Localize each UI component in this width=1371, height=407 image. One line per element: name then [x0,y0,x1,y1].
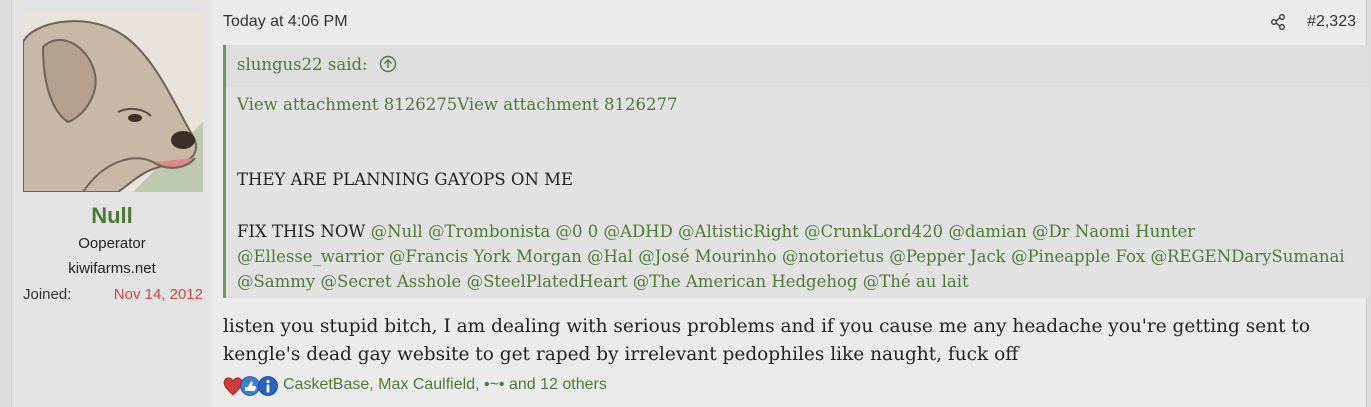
mention-link[interactable]: @Pineapple Fox [1011,247,1145,266]
dog-avatar-image [23,12,203,192]
mention-link[interactable]: @CrunkLord420 [804,222,943,241]
thumbs-up-icon [240,376,260,396]
mention-link[interactable]: @AltisticRight [678,222,799,241]
post-timestamp[interactable]: Today at 4:06 PM [223,13,348,31]
post: Null Ooperator kiwifarms.net Joined: Nov… [11,0,1369,407]
mention-link[interactable]: @Secret Asshole [321,272,462,291]
quote-text-line: THEY ARE PLANNING GAYOPS ON ME [237,170,574,189]
mention-link[interactable]: @Sammy [237,272,315,291]
mention-link[interactable]: @ADHD [604,222,673,241]
attachment-links[interactable]: View attachment 8126275View attachment 8… [237,95,677,114]
quote-mentions-paragraph: FIX THIS NOW @Null @Trombonista @0 0 @AD… [237,219,1345,294]
mention-link[interactable]: @notorietus [782,247,884,266]
quote-block: slungus22 said: View attachment 8126275V… [223,45,1369,298]
share-icon[interactable] [1270,14,1286,30]
quote-fix-prefix: FIX THIS NOW [237,222,366,241]
heart-icon [223,377,243,396]
info-icon [258,376,278,396]
mention-link[interactable]: @SteelPlatedHeart [467,272,628,291]
reaction-icons[interactable] [223,375,279,397]
joined-date: Nov 14, 2012 [113,286,203,303]
mention-link[interactable]: @REGENDarySumanai [1151,247,1345,266]
mention-link[interactable]: @damian [948,222,1026,241]
mention-link[interactable]: @The American Hedgehog [633,272,858,291]
quote-author-link[interactable]: slungus22 said: [237,55,397,74]
mention-link[interactable]: @0 0 [556,222,599,241]
joined-label: Joined: [23,286,72,303]
mention-link[interactable]: @Francis York Morgan [389,247,582,266]
quote-author-text: slungus22 said: [237,55,368,74]
mention-link[interactable]: @Ellesse_warrior [237,247,384,266]
username[interactable]: Null [12,203,212,229]
mention-link[interactable]: @Trombonista [428,222,550,241]
mention-link[interactable]: @Hal [587,247,633,266]
mention-link[interactable]: @Pepper Jack [889,247,1005,266]
post-message: listen you stupid bitch, I am dealing wi… [223,316,1311,365]
mention-link[interactable]: @José Mourinho [638,247,776,266]
user-sidebar: Null Ooperator kiwifarms.net Joined: Nov… [12,0,212,407]
mention-link[interactable]: @Null [371,222,423,241]
quote-header: slungus22 said: [226,45,1369,87]
post-number[interactable]: #2,323 [1307,13,1356,31]
user-banner: kiwifarms.net [68,260,156,277]
reaction-summary-link[interactable]: CasketBase, Max Caulfield, •~• and 12 ot… [283,376,607,394]
mention-link[interactable]: @Dr Naomi Hunter [1032,222,1195,241]
avatar[interactable] [23,12,203,192]
user-title: Ooperator [78,235,146,252]
mention-link[interactable]: @Thé au lait [863,272,969,291]
arrow-up-circle-icon[interactable] [379,55,397,73]
